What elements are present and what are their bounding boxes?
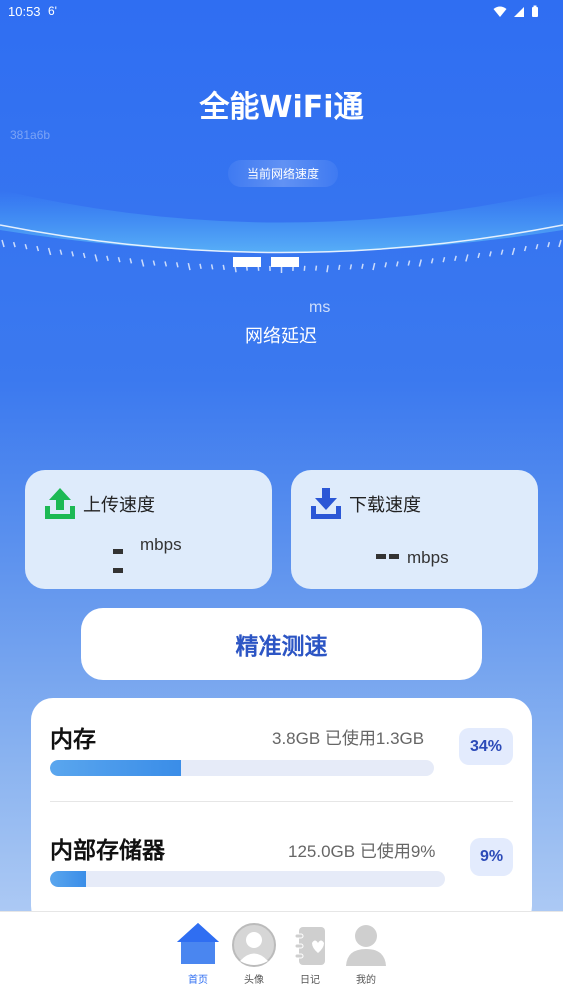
status-bar: 10:53 6' bbox=[0, 0, 563, 24]
nav-item-home[interactable]: 首页 bbox=[170, 920, 226, 986]
speed-value-placeholder bbox=[233, 257, 299, 267]
precise-speed-test-button[interactable]: 精准测速 bbox=[81, 608, 482, 680]
home-icon bbox=[177, 923, 219, 964]
latency-unit: ms bbox=[309, 299, 331, 316]
internal-storage-progress-bar bbox=[50, 871, 445, 887]
internal-storage-label: 内部存储器 bbox=[50, 838, 165, 864]
download-value-placeholder bbox=[376, 544, 404, 559]
memory-progress-bar bbox=[50, 760, 434, 776]
avatar-icon bbox=[232, 923, 276, 967]
nav-item-profile[interactable]: 我的 bbox=[338, 920, 394, 986]
download-icon bbox=[311, 488, 341, 519]
download-speed-card: 下载速度 mbps bbox=[291, 470, 538, 589]
upload-unit: mbps bbox=[140, 535, 182, 554]
internal-storage-progress-fill bbox=[50, 871, 86, 887]
upload-value-placeholder bbox=[113, 539, 138, 573]
internal-storage-stat: 125.0GB 已使用9% bbox=[288, 842, 436, 861]
status-icons bbox=[493, 5, 539, 18]
memory-percent-badge: 34% bbox=[459, 728, 513, 765]
nav-item-diary[interactable]: 日记 bbox=[282, 920, 338, 986]
nav-label-home: 首页 bbox=[188, 975, 208, 986]
wifi-icon bbox=[493, 6, 507, 17]
storage-panel: 内存 3.8GB 已使用1.3GB 34% 内部存储器 125.0GB 已使用9… bbox=[31, 698, 532, 928]
divider bbox=[50, 801, 513, 802]
download-unit: mbps bbox=[407, 548, 449, 567]
memory-label: 内存 bbox=[50, 727, 96, 753]
battery-icon bbox=[532, 5, 538, 17]
bottom-nav: 首页 头像 日记 我的 bbox=[0, 911, 563, 1001]
upload-speed-card: 上传速度 mbps bbox=[25, 470, 272, 589]
status-indicator: 6' bbox=[48, 4, 57, 18]
nav-item-avatar[interactable]: 头像 bbox=[226, 920, 282, 986]
diary-icon bbox=[294, 927, 325, 965]
nav-label-avatar: 头像 bbox=[244, 975, 264, 986]
memory-progress-fill bbox=[50, 760, 181, 776]
signal-icon bbox=[514, 6, 524, 17]
status-time: 10:53 bbox=[8, 4, 41, 19]
upload-icon bbox=[45, 488, 75, 519]
build-tag: 381a6b bbox=[10, 128, 51, 142]
upload-title: 上传速度 bbox=[83, 495, 155, 516]
memory-stat: 3.8GB 已使用1.3GB bbox=[272, 729, 425, 748]
profile-icon bbox=[346, 925, 386, 966]
internal-storage-percent-badge: 9% bbox=[470, 838, 513, 876]
latency-label: 网络延迟 bbox=[245, 326, 317, 347]
download-title: 下载速度 bbox=[349, 495, 421, 516]
nav-label-diary: 日记 bbox=[300, 975, 320, 986]
nav-label-profile: 我的 bbox=[356, 975, 376, 986]
app-title: 全能WiFi通 bbox=[199, 90, 364, 125]
